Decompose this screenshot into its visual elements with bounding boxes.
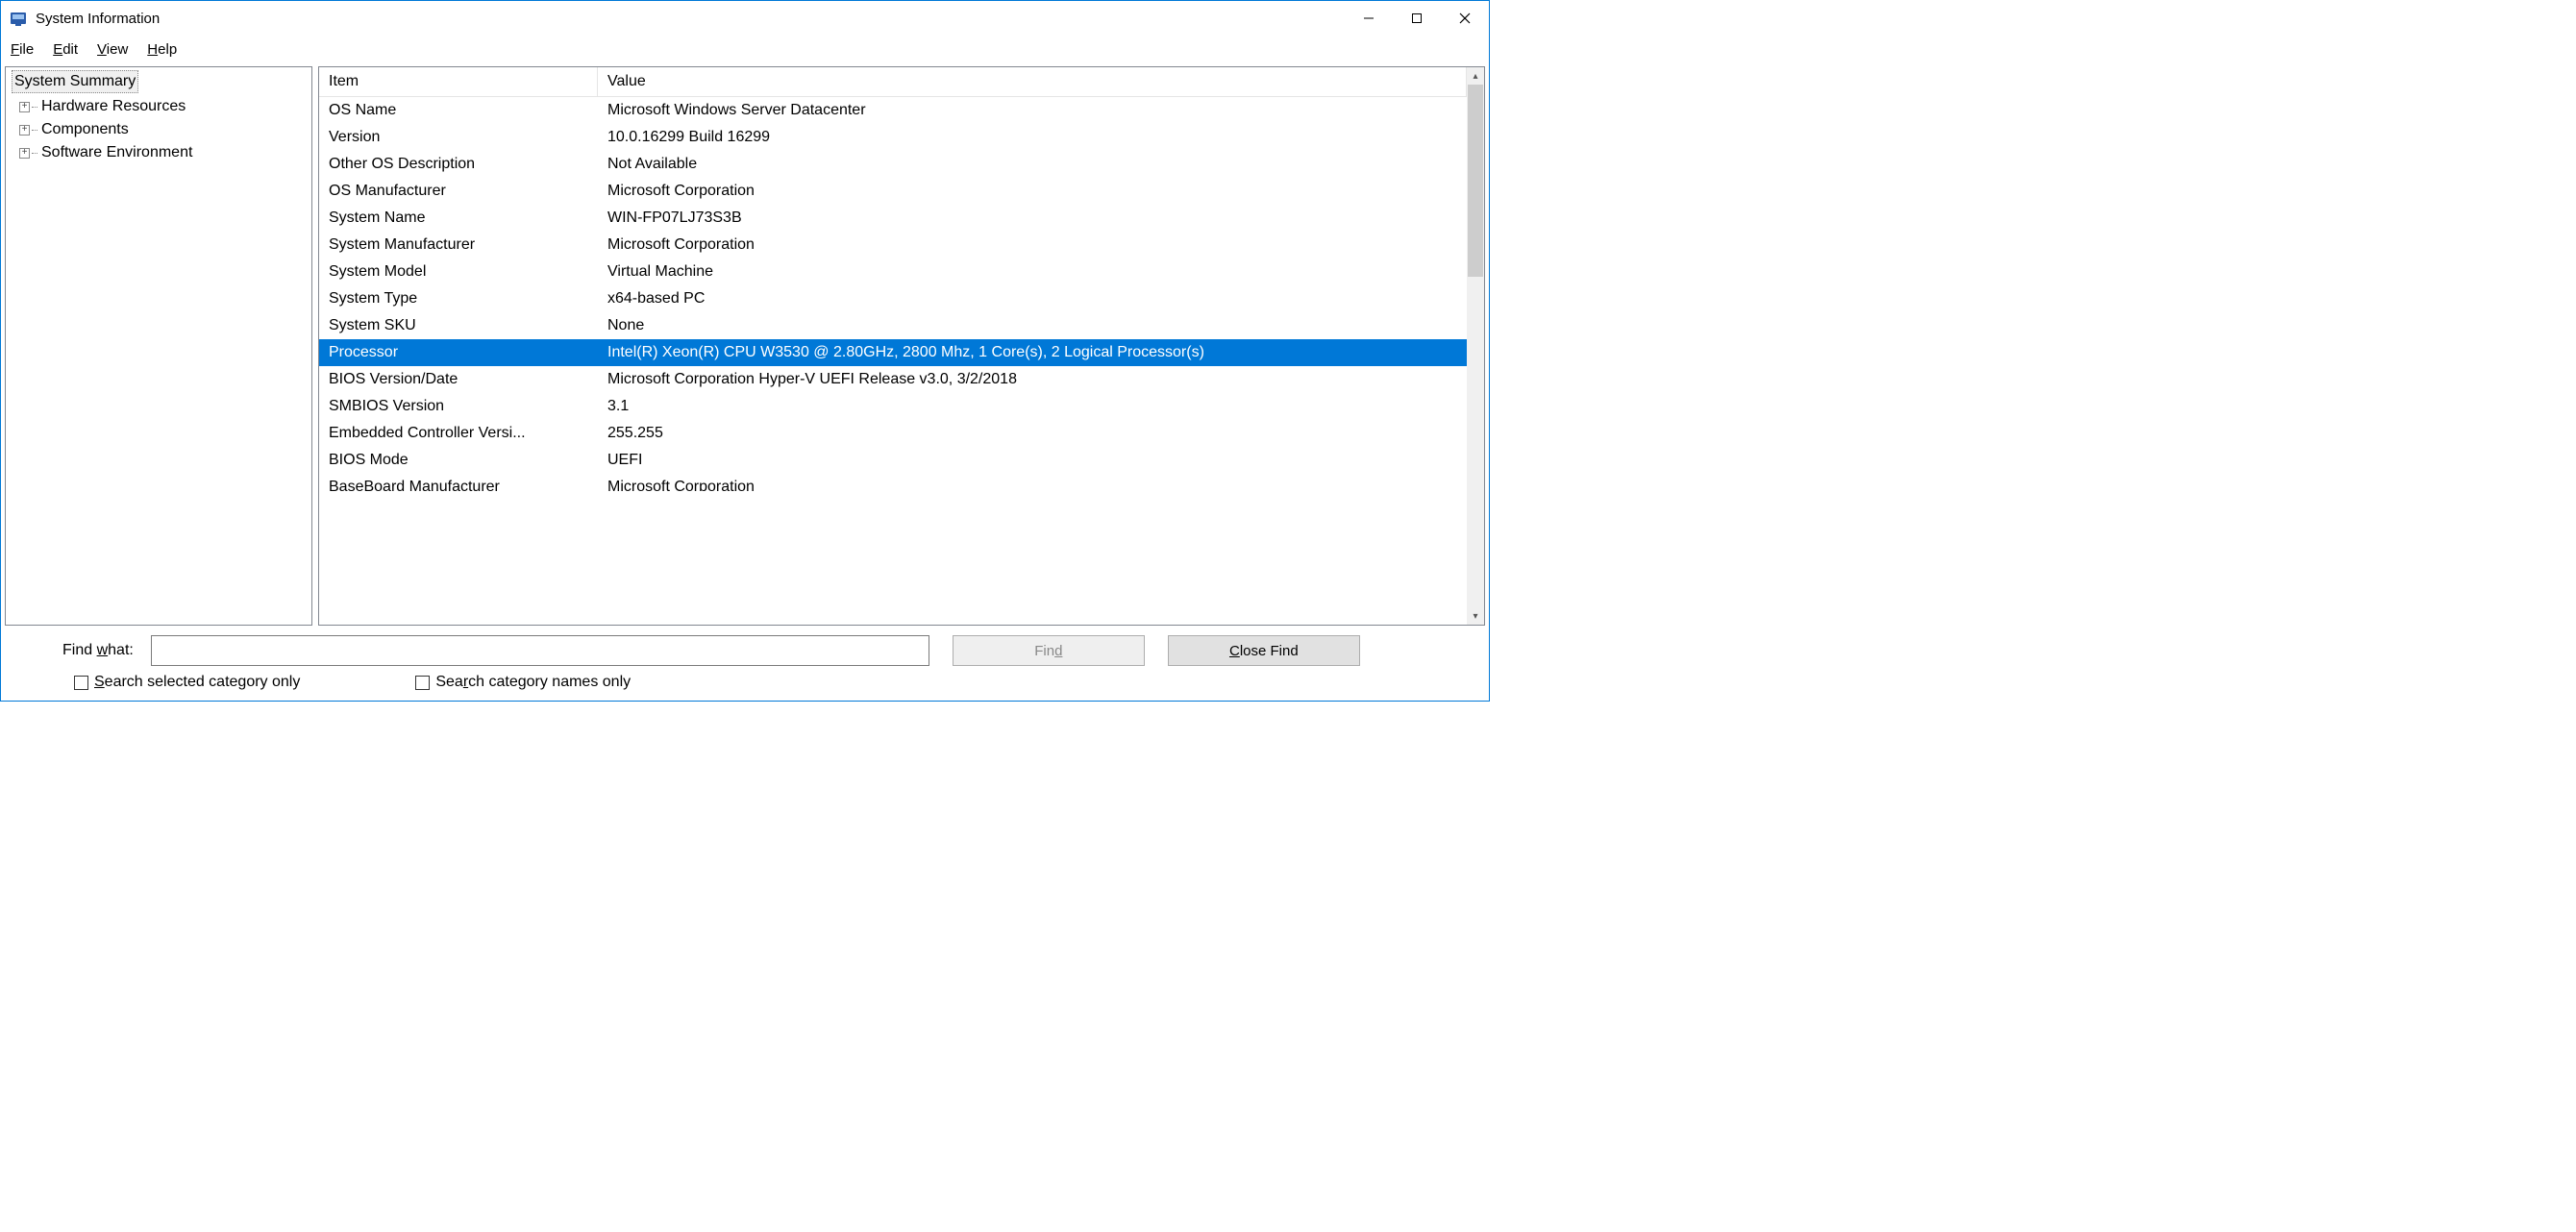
close-button[interactable] (1441, 1, 1489, 36)
find-row: Find what: Find Close Find (14, 635, 1475, 666)
column-header-value[interactable]: Value (598, 67, 1467, 96)
tree-item-label: Software Environment (41, 144, 192, 161)
menubar: File Edit View Help (1, 36, 1489, 62)
cell-item: BIOS Version/Date (319, 366, 598, 393)
cell-value: Microsoft Corporation (598, 474, 1467, 491)
cell-value: Virtual Machine (598, 259, 1467, 285)
cell-value: WIN-FP07LJ73S3B (598, 205, 1467, 232)
table-row[interactable]: System ModelVirtual Machine (319, 259, 1467, 285)
client-area: System Summary + Hardware Resources + Co… (1, 62, 1489, 701)
menu-file[interactable]: File (7, 39, 37, 60)
cell-value: Microsoft Corporation (598, 232, 1467, 259)
table-row[interactable]: System SKUNone (319, 312, 1467, 339)
table-row[interactable]: System NameWIN-FP07LJ73S3B (319, 205, 1467, 232)
cell-item: Other OS Description (319, 151, 598, 178)
table-row[interactable]: ProcessorIntel(R) Xeon(R) CPU W3530 @ 2.… (319, 339, 1467, 366)
cell-value: 10.0.16299 Build 16299 (598, 124, 1467, 151)
close-find-button[interactable]: Close Find (1168, 635, 1360, 666)
menu-view[interactable]: View (93, 39, 132, 60)
panes: System Summary + Hardware Resources + Co… (5, 66, 1485, 626)
tree-item-hardware-resources[interactable]: + Hardware Resources (12, 95, 306, 118)
cell-item: Version (319, 124, 598, 151)
titlebar[interactable]: System Information (1, 1, 1489, 36)
window-title: System Information (36, 11, 1345, 27)
menu-edit[interactable]: Edit (49, 39, 82, 60)
cell-item: OS Manufacturer (319, 178, 598, 205)
checkbox-icon (74, 676, 88, 690)
cell-value: Intel(R) Xeon(R) CPU W3530 @ 2.80GHz, 28… (598, 339, 1467, 366)
cell-item: System Manufacturer (319, 232, 598, 259)
cell-value: Microsoft Windows Server Datacenter (598, 97, 1467, 124)
scroll-up-icon[interactable]: ▴ (1467, 67, 1484, 85)
window: System Information File Edit View Help S… (0, 0, 1490, 702)
tree-item-components[interactable]: + Components (12, 118, 306, 141)
vertical-scrollbar[interactable]: ▴ ▾ (1467, 67, 1484, 625)
cell-value: 3.1 (598, 393, 1467, 420)
maximize-button[interactable] (1393, 1, 1441, 36)
list-header: Item Value (319, 67, 1467, 97)
checkbox-icon (415, 676, 430, 690)
table-row[interactable]: BIOS Version/DateMicrosoft Corporation H… (319, 366, 1467, 393)
table-row[interactable]: BaseBoard Manufacturer Microsoft Corpora… (319, 474, 1467, 491)
cell-item: OS Name (319, 97, 598, 124)
list-rows: OS NameMicrosoft Windows Server Datacent… (319, 97, 1467, 474)
find-bar: Find what: Find Close Find Search select… (5, 626, 1485, 701)
cell-item: System SKU (319, 312, 598, 339)
table-row[interactable]: Embedded Controller Versi...255.255 (319, 420, 1467, 447)
table-row[interactable]: SMBIOS Version3.1 (319, 393, 1467, 420)
table-row[interactable]: Version10.0.16299 Build 16299 (319, 124, 1467, 151)
list-pane: Item Value OS NameMicrosoft Windows Serv… (318, 66, 1485, 626)
cell-item: Processor (319, 339, 598, 366)
table-row[interactable]: OS NameMicrosoft Windows Server Datacent… (319, 97, 1467, 124)
cell-item: Embedded Controller Versi... (319, 420, 598, 447)
table-row[interactable]: System ManufacturerMicrosoft Corporation (319, 232, 1467, 259)
table-row[interactable]: BIOS ModeUEFI (319, 447, 1467, 474)
find-options-row: Search selected category only Search cat… (14, 674, 1475, 697)
tree-item-label: Components (41, 121, 129, 138)
search-selected-category-checkbox[interactable]: Search selected category only (74, 674, 300, 691)
table-row[interactable]: Other OS DescriptionNot Available (319, 151, 1467, 178)
cell-item: System Model (319, 259, 598, 285)
scroll-thumb[interactable] (1468, 85, 1483, 277)
app-icon (9, 9, 28, 28)
tree-root-system-summary[interactable]: System Summary (12, 70, 138, 93)
find-button[interactable]: Find (953, 635, 1145, 666)
cell-value: Microsoft Corporation Hyper-V UEFI Relea… (598, 366, 1467, 393)
minimize-button[interactable] (1345, 1, 1393, 36)
cell-item: SMBIOS Version (319, 393, 598, 420)
cell-value: 255.255 (598, 420, 1467, 447)
cell-item: System Name (319, 205, 598, 232)
window-buttons (1345, 1, 1489, 36)
cell-item: BaseBoard Manufacturer (319, 474, 598, 491)
scroll-down-icon[interactable]: ▾ (1467, 607, 1484, 625)
cell-value: Not Available (598, 151, 1467, 178)
cell-value: UEFI (598, 447, 1467, 474)
column-header-item[interactable]: Item (319, 67, 598, 96)
cell-item: BIOS Mode (319, 447, 598, 474)
search-category-names-checkbox[interactable]: Search category names only (415, 674, 631, 691)
menu-help[interactable]: Help (143, 39, 181, 60)
cell-value: Microsoft Corporation (598, 178, 1467, 205)
tree-item-label: Hardware Resources (41, 98, 186, 115)
find-what-input[interactable] (151, 635, 929, 666)
find-what-label: Find what: (14, 642, 134, 659)
list-columns: Item Value OS NameMicrosoft Windows Serv… (319, 67, 1467, 625)
table-row[interactable]: System Typex64-based PC (319, 285, 1467, 312)
plus-icon[interactable]: + (19, 125, 30, 136)
table-row[interactable]: OS ManufacturerMicrosoft Corporation (319, 178, 1467, 205)
plus-icon[interactable]: + (19, 102, 30, 112)
cell-value: x64-based PC (598, 285, 1467, 312)
tree-item-software-environment[interactable]: + Software Environment (12, 141, 306, 164)
tree-pane[interactable]: System Summary + Hardware Resources + Co… (5, 66, 312, 626)
cell-value: None (598, 312, 1467, 339)
plus-icon[interactable]: + (19, 148, 30, 159)
cell-item: System Type (319, 285, 598, 312)
